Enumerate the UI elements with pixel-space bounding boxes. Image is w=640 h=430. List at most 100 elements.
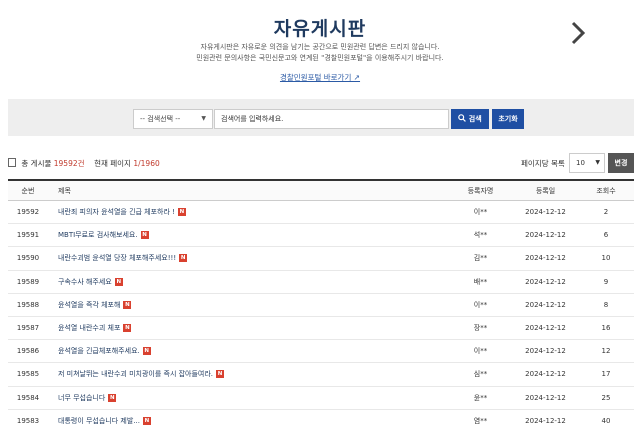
row-date: 2024-12-12 — [525, 324, 566, 333]
row-author: 석** — [473, 231, 488, 240]
new-badge: N — [123, 324, 132, 333]
row-title-cell[interactable]: MBTI무료로 검사해보세요. N — [58, 224, 448, 246]
row-author: 장** — [473, 324, 488, 333]
search-type-select[interactable]: -- 검색선택 -- ▼ — [133, 109, 213, 129]
row-title-cell[interactable]: 내란수괴범 윤석열 당장 체포해주세요!!! N — [58, 247, 448, 269]
new-badge: N — [216, 370, 225, 379]
row-title-cell[interactable]: 윤석열 내란수괴 체포 N — [58, 317, 448, 339]
row-views: 12 — [601, 347, 611, 356]
row-author: 이** — [473, 208, 488, 217]
new-badge: N — [114, 277, 123, 286]
row-date: 2024-12-12 — [525, 393, 566, 402]
search-type-value: -- 검색선택 -- — [140, 115, 181, 123]
header-no: 순번 — [21, 186, 35, 195]
row-author: 윤** — [473, 393, 488, 402]
row-no: 19591 — [16, 231, 40, 240]
row-title-link[interactable]: 너무 무섭습니다 — [58, 393, 105, 403]
header-date: 등록일 — [535, 186, 556, 195]
chevron-down-icon: ▼ — [201, 115, 206, 122]
description-line-2: 민원관련 문의사항은 국민신문고와 연계된 "경찰민원포털"을 이용해주시기 바… — [196, 54, 444, 62]
table-row[interactable]: 19589 구속수사 해주세요 N 배** 2024-12-12 9 — [8, 271, 634, 294]
row-title-cell[interactable]: 내란죄 피의자 윤석열을 긴급 체포하라 ! N — [58, 201, 448, 223]
row-author: 배** — [473, 277, 488, 286]
chevron-down-icon: ▼ — [595, 159, 600, 166]
row-views: 8 — [603, 300, 609, 309]
board-summary: 총 게시물 19592건 현재 페이지 1/1960 — [8, 158, 160, 169]
search-button[interactable]: 검색 — [451, 109, 489, 129]
row-no: 19588 — [16, 300, 40, 309]
row-title-cell[interactable]: 구속수사 해주세요 N — [58, 271, 448, 293]
row-title-link[interactable]: 저 미쳐날뛰는 내란수괴 미치광이를 즉시 잡아들여라. — [58, 369, 213, 379]
page-header: 자유게시판 자유게시판은 자유로운 의견을 남기는 공간으로 민원관련 답변은 … — [0, 0, 640, 98]
row-author: 김** — [473, 254, 488, 263]
row-no: 19590 — [16, 254, 40, 263]
row-no: 19586 — [16, 347, 40, 356]
row-title-link[interactable]: 윤석열을 즉각 체포해 — [58, 300, 120, 310]
per-page-select[interactable]: 10 ▼ — [569, 153, 605, 173]
reset-button[interactable]: 초기화 — [492, 109, 524, 129]
row-title-cell[interactable]: 저 미쳐날뛰는 내란수괴 미치광이를 즉시 잡아들여라. N — [58, 363, 448, 385]
row-author: 염** — [473, 416, 488, 425]
new-badge: N — [123, 300, 132, 309]
row-title-link[interactable]: 내란죄 피의자 윤석열을 긴급 체포하라 ! — [58, 207, 175, 217]
row-date: 2024-12-12 — [525, 254, 566, 263]
row-title-cell[interactable]: 윤석열을 긴급체포해주세요. N — [58, 340, 448, 362]
row-title-cell[interactable]: 대통령이 무섭습니다 제발... N — [58, 410, 448, 430]
header-views: 조회수 — [596, 186, 616, 195]
row-date: 2024-12-12 — [525, 416, 566, 425]
table-row[interactable]: 19588 윤석열을 즉각 체포해 N 이** 2024-12-12 8 — [8, 294, 634, 317]
table-row[interactable]: 19584 너무 무섭습니다 N 윤** 2024-12-12 25 — [8, 387, 634, 410]
new-badge: N — [179, 254, 188, 263]
search-input[interactable]: 검색어를 입력하세요. — [214, 109, 449, 129]
table-row[interactable]: 19590 내란수괴범 윤석열 당장 체포해주세요!!! N 김** 2024-12-1… — [8, 247, 634, 271]
per-page-label: 페이지당 목록 — [521, 159, 565, 168]
board-table: 순번 제목 등록자명 등록일 조회수 19592 내란죄 피의자 윤석열을 긴급 … — [8, 179, 634, 430]
table-row[interactable]: 19587 윤석열 내란수괴 체포 N 장** 2024-12-12 16 — [8, 317, 634, 341]
page-label: 현재 페이지 — [94, 159, 131, 168]
total-label: 총 게시물 — [21, 159, 52, 168]
row-title-cell[interactable]: 너무 무섭습니다 N — [58, 387, 448, 409]
page-value: 1/1960 — [133, 159, 160, 168]
row-date: 2024-12-12 — [525, 231, 566, 240]
row-no: 19587 — [16, 324, 40, 333]
row-title-link[interactable]: 윤석열을 긴급체포해주세요. — [58, 346, 140, 356]
row-no: 19592 — [16, 208, 40, 217]
row-title-link[interactable]: 구속수사 해주세요 — [58, 277, 112, 287]
table-row[interactable]: 19591 MBTI무료로 검사해보세요. N 석** 2024-12-12 6 — [8, 224, 634, 248]
row-title-link[interactable]: MBTI무료로 검사해보세요. — [58, 230, 138, 240]
row-author: 이** — [473, 300, 488, 309]
table-row[interactable]: 19586 윤석열을 긴급체포해주세요. N 이** 2024-12-12 12 — [8, 340, 634, 364]
new-badge: N — [142, 347, 151, 356]
row-no: 19585 — [16, 370, 40, 379]
row-views: 17 — [601, 370, 611, 379]
row-no: 19584 — [16, 393, 40, 402]
row-title-cell[interactable]: 윤석열을 즉각 체포해 N — [58, 294, 448, 316]
row-date: 2024-12-12 — [525, 370, 566, 379]
row-title-link[interactable]: 내란수괴범 윤석열 당장 체포해주세요!!! — [58, 253, 176, 263]
table-row[interactable]: 19583 대통령이 무섭습니다 제발... N 염** 2024-12-12 40 — [8, 410, 634, 430]
row-no: 19589 — [16, 277, 40, 286]
row-views: 40 — [601, 416, 611, 425]
row-title-link[interactable]: 대통령이 무섭습니다 제발... — [58, 416, 140, 426]
search-icon — [458, 114, 467, 122]
total-count: 19592건 — [53, 159, 85, 168]
row-views: 9 — [603, 277, 609, 286]
row-date: 2024-12-12 — [525, 277, 566, 286]
table-row[interactable]: 19592 내란죄 피의자 윤석열을 긴급 체포하라 ! N 이** 2024-12-1… — [8, 201, 634, 225]
row-date: 2024-12-12 — [525, 208, 566, 217]
header-title: 제목 — [58, 186, 71, 195]
change-button[interactable]: 변경 — [608, 153, 634, 173]
police-portal-link[interactable]: 경찰민원포털 바로가기 ↗ — [0, 72, 640, 83]
chevron-right-icon[interactable] — [566, 18, 590, 48]
row-views: 25 — [601, 393, 611, 402]
row-date: 2024-12-12 — [525, 300, 566, 309]
search-bar: -- 검색선택 -- ▼ 검색어를 입력하세요. 검색 초기화 — [8, 99, 634, 136]
row-title-link[interactable]: 윤석열 내란수괴 체포 — [58, 323, 120, 333]
row-views: 6 — [603, 231, 609, 240]
row-date: 2024-12-12 — [525, 347, 566, 356]
search-button-label: 검색 — [468, 115, 482, 123]
table-row[interactable]: 19585 저 미쳐날뛰는 내란수괴 미치광이를 즉시 잡아들여라. N 심** 202… — [8, 363, 634, 387]
per-page-value: 10 — [576, 159, 585, 167]
row-views: 10 — [601, 254, 611, 263]
row-views: 16 — [601, 324, 611, 333]
